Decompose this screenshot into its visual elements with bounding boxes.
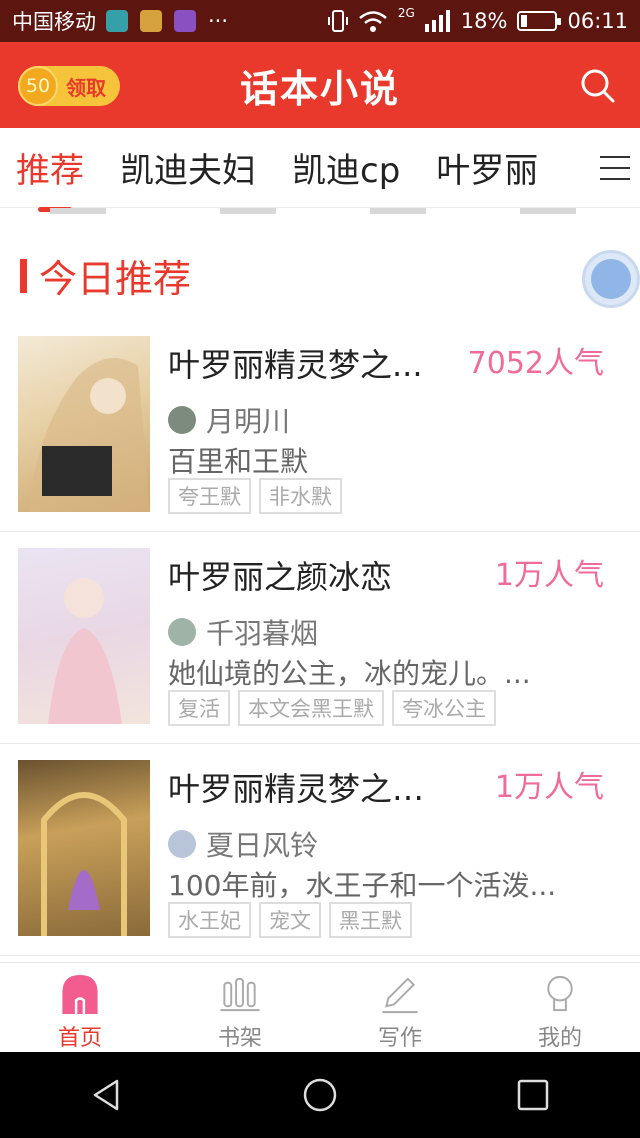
book-tags: 夸王默 非水默 (168, 478, 342, 514)
section-heading: 今日推荐 (20, 248, 191, 303)
book-cover (18, 760, 150, 936)
book-tag[interactable]: 夸冰公主 (392, 690, 496, 726)
book-tags: 复活 本文会黑王默 夸冰公主 (168, 690, 496, 726)
scrolled-content (0, 208, 640, 226)
coin-reward-button[interactable]: 50 领取 (18, 66, 120, 106)
home-icon (62, 974, 98, 1015)
wifi-icon (359, 11, 387, 32)
category-tabs: 推荐 凯迪夫妇 凯迪cp 叶罗丽 (0, 128, 640, 212)
author-name: 千羽暮烟 (206, 617, 319, 650)
scrolled-glyph-remnants (50, 208, 576, 214)
network-type: 2G (397, 6, 415, 20)
tab-menu-icon[interactable] (600, 156, 630, 180)
floating-action-button[interactable] (582, 250, 640, 308)
book-item[interactable]: 叶罗丽精灵梦之甜... 1万人气 夏日风铃 100年前，水王子和一个活泼... … (0, 744, 640, 956)
bottom-navigation: 首页 书架 写作 我的 (0, 962, 640, 1052)
battery-percent: 18% (460, 9, 508, 33)
bookshelf-icon (220, 977, 260, 1012)
author-avatar (168, 618, 196, 646)
book-description: 100年前，水王子和一个活泼... (168, 869, 557, 902)
nav-profile-label: 我的 (537, 1026, 582, 1051)
search-icon[interactable] (580, 68, 616, 104)
book-title: 叶罗丽精灵梦之甜... (168, 770, 448, 808)
book-popularity: 7052人气 (467, 346, 604, 381)
section-accent-bar (20, 258, 27, 293)
book-popularity: 1万人气 (494, 558, 604, 593)
book-tags: 水王妃 宠文 黑王默 (168, 902, 412, 938)
author-avatar (168, 830, 196, 858)
tab-yeluoli[interactable]: 叶罗丽 (436, 143, 538, 192)
nav-write-label: 写作 (377, 1026, 422, 1051)
tab-kaidi-cp[interactable]: 凯迪cp (292, 143, 400, 192)
app-header: 50 领取 话本小说 (0, 42, 640, 128)
book-item[interactable]: 叶罗丽之颜冰恋 1万人气 千羽暮烟 她仙境的公主，冰的宠儿。... 复活 本文会… (0, 532, 640, 744)
book-author[interactable]: 夏日风铃 (168, 824, 318, 864)
book-tag[interactable]: 黑王默 (329, 902, 412, 938)
home-circle-icon[interactable] (300, 1075, 340, 1115)
pencil-icon (382, 977, 418, 1014)
book-tag[interactable]: 水王妃 (168, 902, 251, 938)
app-title: 话本小说 (239, 66, 400, 111)
system-navigation-bar (0, 1052, 640, 1138)
book-cover (18, 336, 150, 512)
back-icon[interactable] (87, 1075, 127, 1115)
book-tag[interactable]: 本文会黑王默 (238, 690, 384, 726)
book-tag[interactable]: 宠文 (259, 902, 321, 938)
nav-profile[interactable]: 我的 (480, 963, 640, 1052)
lock-app-icon (140, 10, 162, 32)
profile-icon (547, 975, 573, 1012)
book-tag[interactable]: 复活 (168, 690, 230, 726)
coin-icon: 50 (18, 66, 58, 106)
author-avatar (168, 406, 196, 434)
book-item[interactable]: 叶罗丽精灵梦之... 7052人气 月明川 百里和王默 夸王默 非水默 (0, 320, 640, 532)
more-notifications: ··· (208, 9, 229, 33)
gallery-icon (174, 10, 196, 32)
author-name: 月明川 (206, 405, 291, 438)
nav-write[interactable]: 写作 (320, 963, 480, 1052)
book-popularity: 1万人气 (494, 770, 604, 805)
vibrate-icon (327, 10, 348, 32)
nav-bookshelf-label: 书架 (217, 1026, 262, 1051)
nav-home[interactable]: 首页 (0, 963, 160, 1052)
clock: 06:11 (567, 9, 628, 33)
floating-badge-icon (591, 259, 631, 299)
book-title: 叶罗丽精灵梦之... (168, 346, 423, 384)
book-tag[interactable]: 夸王默 (168, 478, 251, 514)
nav-home-label: 首页 (57, 1026, 102, 1051)
signal-icon (424, 10, 450, 32)
nav-bookshelf[interactable]: 书架 (160, 963, 320, 1052)
book-tag[interactable]: 非水默 (259, 478, 342, 514)
author-name: 夏日风铃 (206, 829, 319, 862)
notification-icon (106, 10, 128, 32)
book-title: 叶罗丽之颜冰恋 (168, 558, 393, 596)
book-author[interactable]: 月明川 (168, 400, 290, 440)
book-cover (18, 548, 150, 724)
status-bar: 中国移动 ··· 2G 18% 06:11 (0, 0, 640, 42)
book-description: 百里和王默 (168, 445, 309, 478)
tab-recommend[interactable]: 推荐 (16, 143, 84, 212)
tab-kaidi-couple[interactable]: 凯迪夫妇 (120, 143, 256, 192)
coin-reward-label: 领取 (66, 75, 106, 100)
carrier-label: 中国移动 (12, 10, 96, 34)
book-author[interactable]: 千羽暮烟 (168, 612, 318, 652)
recents-icon[interactable] (513, 1075, 553, 1115)
battery-icon (517, 11, 562, 31)
book-description: 她仙境的公主，冰的宠儿。... (168, 657, 531, 690)
section-title: 今日推荐 (39, 257, 192, 301)
